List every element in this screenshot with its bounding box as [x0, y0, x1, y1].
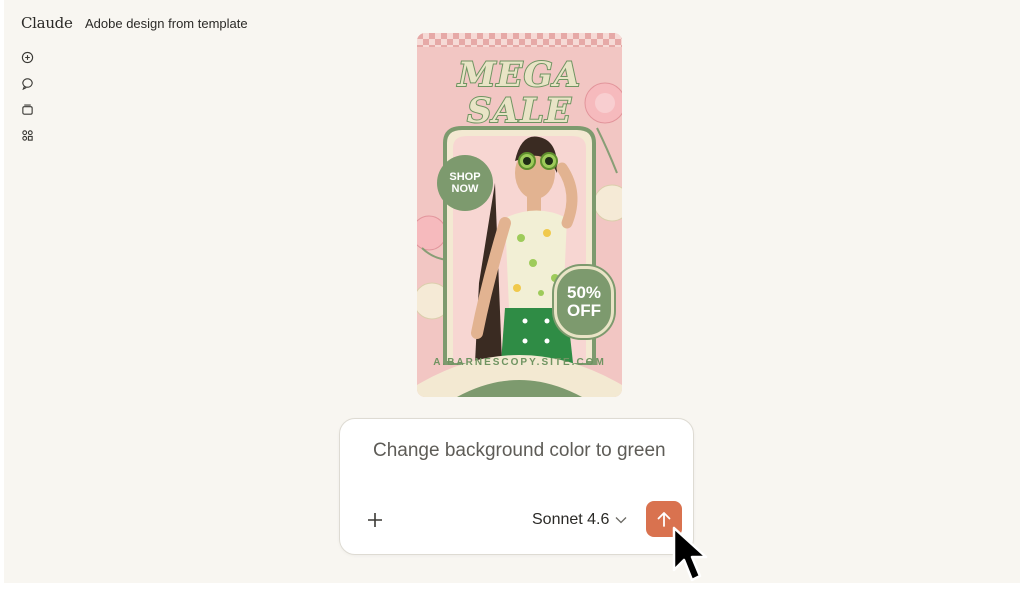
model-name: Sonnet 4.6: [532, 511, 610, 528]
sale-poster[interactable]: MEGA SALE SHOP NOW 50% OFF A.BARNESCOPY.SI…: [417, 33, 622, 397]
artifacts-button[interactable]: [18, 126, 36, 144]
sidebar: [18, 48, 38, 152]
app-window: Claude Adobe design from template MEGA S…: [4, 0, 1020, 583]
mouse-pointer-icon: [672, 526, 708, 582]
prompt-composer: Change background color to green Sonnet …: [339, 418, 694, 555]
claude-logo[interactable]: Claude: [21, 14, 73, 32]
chats-button[interactable]: [18, 74, 36, 92]
model-selector[interactable]: Sonnet 4.6: [532, 509, 627, 531]
discount-badge: 50% OFF: [554, 266, 614, 338]
conversation-title[interactable]: Adobe design from template: [85, 16, 248, 31]
projects-button[interactable]: [18, 100, 36, 118]
chats-icon: [21, 77, 33, 90]
headline-mega: MEGA: [457, 54, 581, 96]
shop-now-badge: SHOP NOW: [437, 155, 493, 211]
site-url: A.BARNESCOPY.SITE.COM: [433, 357, 606, 368]
new-chat-icon: [21, 51, 33, 63]
add-attachment-button[interactable]: [364, 509, 386, 531]
new-chat-button[interactable]: [18, 48, 36, 66]
projects-icon: [21, 103, 33, 115]
arrow-up-icon: [657, 512, 671, 527]
plus-icon: [368, 513, 382, 527]
artifacts-icon: [21, 129, 33, 141]
prompt-input[interactable]: Change background color to green: [373, 439, 673, 462]
chevron-down-icon: [615, 517, 627, 524]
headline-sale: SALE: [466, 90, 572, 132]
